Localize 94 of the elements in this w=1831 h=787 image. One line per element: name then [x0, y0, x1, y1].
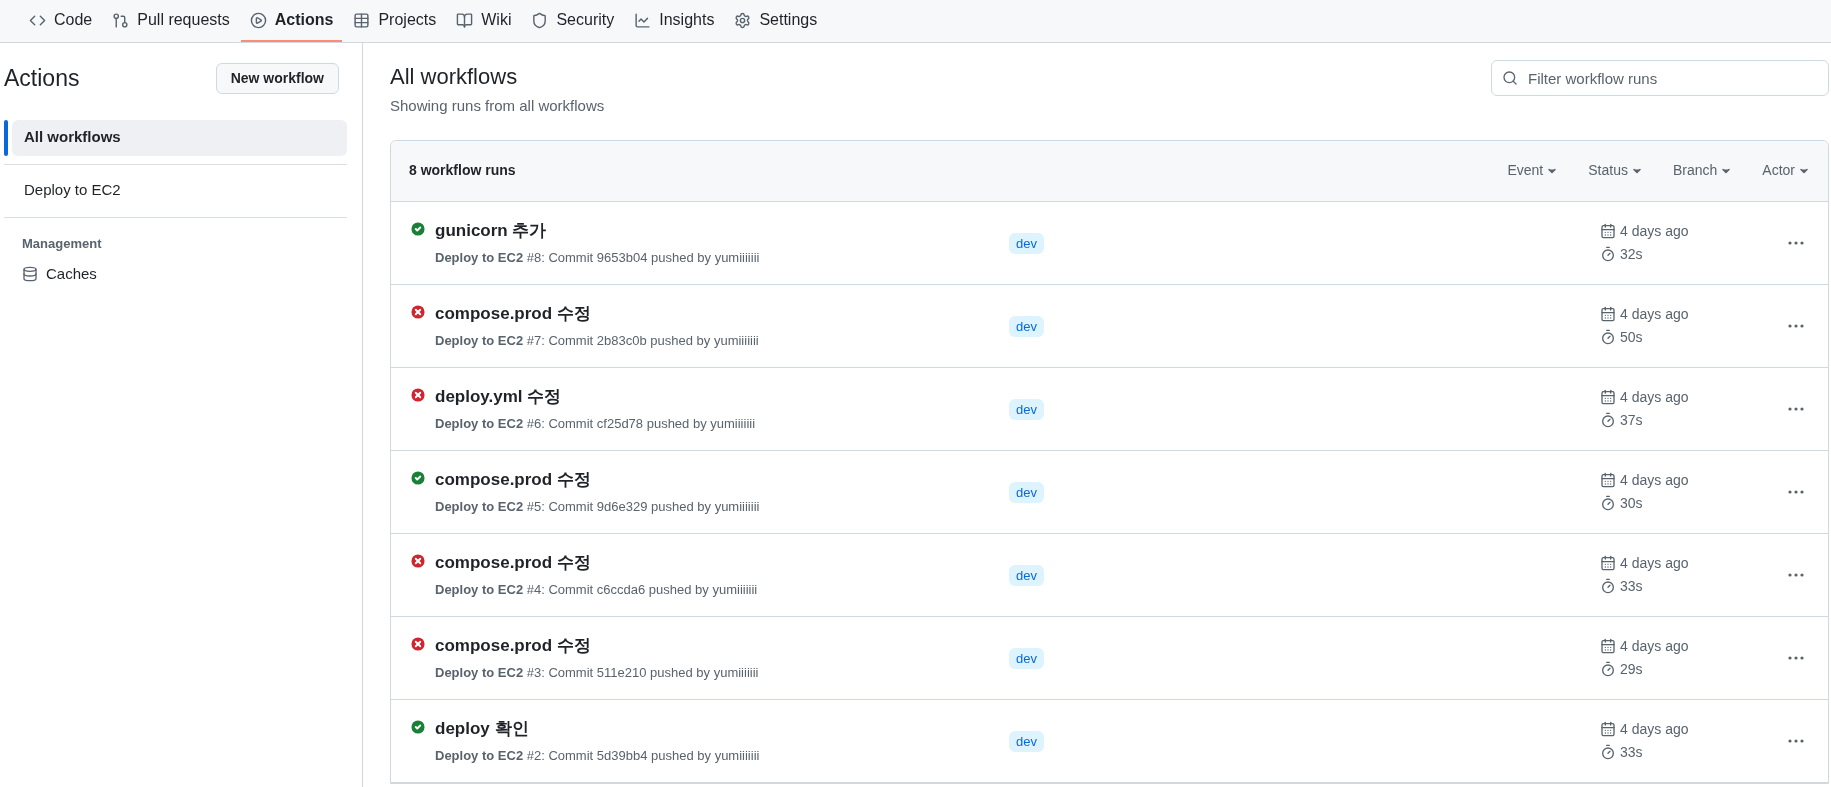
nav-tab[interactable]: Wiki	[447, 0, 521, 42]
page-subtitle: Showing runs from all workflows	[390, 96, 605, 116]
branch-label[interactable]: dev	[1009, 647, 1044, 669]
run-duration: 29s	[1620, 659, 1643, 679]
calendar-icon	[1600, 638, 1616, 654]
run-title[interactable]: gunicorn 추가	[435, 218, 760, 244]
graph-icon	[634, 11, 652, 29]
run-title[interactable]: compose.prod 수정	[435, 467, 760, 493]
run-row[interactable]: compose.prod 수정 Deploy to EC2 #3: Commit 511e210 pushed by yumiiiiiii dev 4 days ago 29s	[391, 616, 1828, 700]
run-date: 4 days ago	[1620, 304, 1689, 324]
run-date: 4 days ago	[1620, 553, 1689, 573]
run-details: Deploy to EC2 #4: Commit c6ccda6 pushed by yumiiiiiii	[435, 580, 758, 599]
run-row[interactable]: compose.prod 수정 Deploy to EC2 #7: Commit 2b83c0b pushed by yumiiiiiii dev 4 days ago 50s	[391, 284, 1828, 368]
calendar-icon	[1600, 555, 1616, 571]
ellipsis-icon	[1788, 655, 1804, 660]
page-title: All workflows	[390, 63, 519, 91]
branch-label[interactable]: dev	[1009, 564, 1044, 586]
run-duration: 37s	[1620, 410, 1643, 430]
table-icon	[353, 11, 371, 29]
run-date: 4 days ago	[1620, 470, 1689, 490]
stopwatch-icon	[1600, 246, 1616, 262]
run-details: Deploy to EC2 #8: Commit 9653b04 pushed by yumiiiiiii	[435, 248, 760, 267]
branch-label[interactable]: dev	[1009, 398, 1044, 420]
ellipsis-icon	[1788, 406, 1804, 411]
branch-label[interactable]: dev	[1009, 481, 1044, 503]
stopwatch-icon	[1600, 744, 1616, 760]
stopwatch-icon	[1600, 329, 1616, 345]
database-icon	[22, 266, 38, 283]
filter-field[interactable]: Filter workflow runs	[1491, 60, 1829, 96]
run-row[interactable]: deploy.yml 수정 Deploy to EC2 #6: Commit cf25d78 pushed by yumiiiiiii dev 4 days ago 37s	[391, 367, 1828, 451]
calendar-icon	[1600, 472, 1616, 488]
nav-tab[interactable]: Pull requests	[103, 0, 239, 42]
run-date: 4 days ago	[1620, 636, 1689, 656]
sidebar-item[interactable]: Deploy to EC2	[12, 172, 347, 209]
run-title[interactable]: compose.prod 수정	[435, 550, 758, 576]
run-details: Deploy to EC2 #5: Commit 9d6e329 pushed by yumiiiiiii	[435, 497, 760, 516]
run-row[interactable]: gunicorn 추가 Deploy to EC2 #8: Commit 9653b04 pushed by yumiiiiiii dev 4 days ago 32s	[391, 201, 1828, 285]
stopwatch-icon	[1600, 578, 1616, 594]
sidebar-item[interactable]: All workflows	[12, 119, 347, 156]
filter-dropdown[interactable]: Status	[1588, 160, 1643, 181]
run-title[interactable]: compose.prod 수정	[435, 301, 759, 327]
run-details: Deploy to EC2 #2: Commit 5d39bb4 pushed by yumiiiiiii	[435, 746, 760, 765]
run-row[interactable]: compose.prod 수정 Deploy to EC2 #5: Commit 9d6e329 pushed by yumiiiiiii dev 4 days ago 30s	[391, 450, 1828, 534]
run-date: 4 days ago	[1620, 387, 1689, 407]
filter-dropdown[interactable]: Actor	[1762, 160, 1810, 181]
run-row[interactable]: deploy 확인 Deploy to EC2 #2: Commit 5d39bb4 pushed by yumiiiiiii dev 4 days ago 33s	[391, 699, 1828, 783]
new-workflow-button[interactable]: New workflow	[215, 62, 339, 94]
run-count: 8 workflow runs	[409, 161, 516, 180]
run-duration: 50s	[1620, 327, 1643, 347]
run-details: Deploy to EC2 #3: Commit 511e210 pushed by yumiiiiiii	[435, 663, 759, 682]
nav-tab[interactable]: Projects	[344, 0, 446, 42]
ellipsis-icon	[1788, 489, 1804, 494]
calendar-icon	[1600, 223, 1616, 239]
run-title[interactable]: deploy 확인	[435, 716, 760, 742]
stopwatch-icon	[1600, 412, 1616, 428]
run-duration: 30s	[1620, 493, 1643, 513]
run-date: 4 days ago	[1620, 221, 1689, 241]
stopwatch-icon	[1600, 661, 1616, 677]
filter-dropdown[interactable]: Branch	[1672, 160, 1733, 181]
run-details: Deploy to EC2 #6: Commit cf25d78 pushed by yumiiiiiii	[435, 414, 756, 433]
branch-label[interactable]: dev	[1009, 730, 1044, 752]
calendar-icon	[1600, 721, 1616, 737]
section-heading: Management	[22, 234, 103, 253]
run-duration: 33s	[1620, 742, 1643, 762]
nav-tab[interactable]: Code	[20, 0, 102, 42]
nav-tab[interactable]: Insights	[625, 0, 724, 42]
settings-icon	[734, 11, 752, 29]
ellipsis-icon	[1788, 323, 1804, 328]
branch-label[interactable]: dev	[1009, 315, 1044, 337]
sidebar-title: Actions	[4, 64, 80, 93]
run-duration: 33s	[1620, 576, 1643, 596]
calendar-icon	[1600, 389, 1616, 405]
ellipsis-icon	[1788, 738, 1804, 743]
play-icon	[249, 11, 267, 29]
ellipsis-icon	[1788, 572, 1804, 577]
run-title[interactable]: compose.prod 수정	[435, 633, 759, 659]
run-duration: 32s	[1620, 244, 1643, 264]
run-date: 4 days ago	[1620, 719, 1689, 739]
run-row[interactable]: compose.prod 수정 Deploy to EC2 #4: Commit c6ccda6 pushed by yumiiiiiii dev 4 days ago 33s	[391, 533, 1828, 617]
ellipsis-icon	[1788, 240, 1804, 245]
calendar-icon	[1600, 306, 1616, 322]
shield-icon	[531, 11, 549, 29]
sidebar-item[interactable]: Caches	[22, 263, 97, 286]
run-details: Deploy to EC2 #7: Commit 2b83c0b pushed by yumiiiiiii	[435, 331, 759, 350]
filter-dropdown[interactable]: Event	[1507, 160, 1559, 181]
nav-tab[interactable]: Security	[522, 0, 624, 42]
nav-tab[interactable]: Actions	[240, 0, 343, 42]
stopwatch-icon	[1600, 495, 1616, 511]
nav-tab[interactable]: Settings	[725, 0, 827, 42]
branch-label[interactable]: dev	[1009, 232, 1044, 254]
book-icon	[456, 11, 474, 29]
run-title[interactable]: deploy.yml 수정	[435, 384, 756, 410]
search-icon	[1502, 70, 1518, 86]
pull-request-icon	[112, 11, 130, 29]
